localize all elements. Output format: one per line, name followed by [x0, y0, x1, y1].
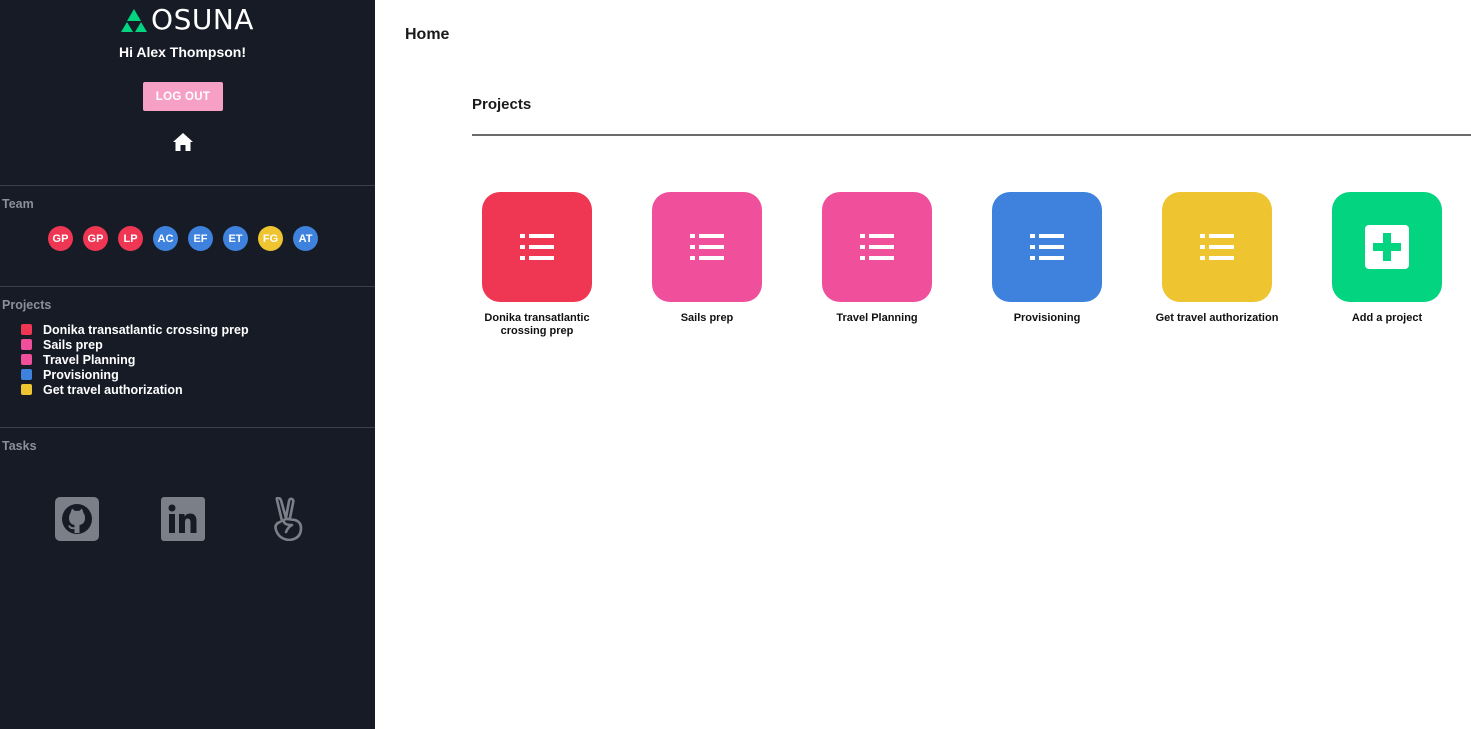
project-tile-box[interactable] [652, 192, 762, 302]
page-title: Home [405, 26, 450, 43]
user-greeting: Hi Alex Thompson! [118, 44, 247, 60]
home-icon[interactable] [172, 132, 194, 152]
team-avatars: GP GP LP AC EF ET FG AT [48, 226, 318, 251]
team-avatar[interactable]: GP [48, 226, 73, 251]
app-logo[interactable]: OSUNA [0, 4, 375, 36]
sidebar-project-item[interactable]: Travel Planning [21, 352, 249, 367]
sidebar-project-name: Provisioning [43, 367, 119, 382]
project-color-swatch [21, 369, 32, 380]
sidebar-project-name: Donika transatlantic crossing prep [43, 322, 249, 337]
plus-square-icon [1365, 225, 1409, 269]
sidebar-divider [0, 185, 375, 186]
sidebar-project-item[interactable]: Provisioning [21, 367, 249, 382]
sidebar-project-item[interactable]: Sails prep [21, 337, 249, 352]
project-tile[interactable]: Get travel authorization [1156, 192, 1278, 325]
team-avatar[interactable]: AT [293, 226, 318, 251]
project-tile[interactable]: Sails prep [652, 192, 762, 325]
list-icon [520, 234, 554, 260]
projects-label: Projects [2, 298, 52, 312]
add-project-tile[interactable]: Add a project [1332, 192, 1442, 325]
sidebar-project-item[interactable]: Donika transatlantic crossing prep [21, 322, 249, 337]
project-tile-label: Provisioning [1013, 312, 1081, 324]
project-color-swatch [21, 339, 32, 350]
github-icon[interactable] [55, 497, 99, 541]
list-icon [860, 234, 894, 260]
projects-divider [472, 134, 1471, 136]
list-icon [1030, 234, 1064, 260]
project-color-swatch [21, 384, 32, 395]
project-tile-label: Sails prep [680, 312, 734, 324]
logo-triangles-icon [121, 9, 148, 32]
sidebar-divider [0, 427, 375, 428]
team-avatar[interactable]: ET [223, 226, 248, 251]
project-tile-box[interactable] [992, 192, 1102, 302]
sidebar-project-name: Get travel authorization [43, 382, 183, 397]
project-tile-box[interactable] [482, 192, 592, 302]
main-content: Home Projects Donika transatlantic cross… [375, 0, 1471, 729]
team-avatar[interactable]: FG [258, 226, 283, 251]
team-avatar[interactable]: LP [118, 226, 143, 251]
app-root: OSUNA Hi Alex Thompson! LOG OUT Team GP … [0, 0, 1471, 729]
team-label: Team [2, 197, 34, 211]
project-tile-box[interactable] [822, 192, 932, 302]
project-tile[interactable]: Provisioning [992, 192, 1102, 325]
project-tile-label: Donika transatlantic crossing prep [484, 312, 590, 337]
project-tile-label: Travel Planning [836, 312, 918, 324]
add-project-label: Add a project [1351, 312, 1423, 324]
sidebar-project-name: Sails prep [43, 337, 103, 352]
sidebar-project-name: Travel Planning [43, 352, 136, 367]
project-tile[interactable]: Travel Planning [822, 192, 932, 325]
tasks-label: Tasks [2, 439, 37, 453]
team-avatar[interactable]: GP [83, 226, 108, 251]
project-tile-label: Get travel authorization [1155, 312, 1279, 324]
project-tile[interactable]: Donika transatlantic crossing prep [482, 192, 592, 338]
sidebar-project-item[interactable]: Get travel authorization [21, 382, 249, 397]
team-avatar[interactable]: AC [153, 226, 178, 251]
linkedin-icon[interactable] [161, 497, 205, 541]
list-icon [1200, 234, 1234, 260]
project-tile-box[interactable] [1162, 192, 1272, 302]
project-color-swatch [21, 354, 32, 365]
sidebar-project-list: Donika transatlantic crossing prep Sails… [21, 322, 249, 397]
project-color-swatch [21, 324, 32, 335]
add-project-button[interactable] [1332, 192, 1442, 302]
logo-text: OSUNA [151, 3, 254, 36]
sidebar-divider [0, 286, 375, 287]
projects-section-title: Projects [472, 96, 532, 113]
sidebar: OSUNA Hi Alex Thompson! LOG OUT Team GP … [0, 0, 375, 729]
angellist-icon[interactable] [268, 497, 312, 541]
team-avatar[interactable]: EF [188, 226, 213, 251]
logout-button[interactable]: LOG OUT [143, 82, 223, 111]
list-icon [690, 234, 724, 260]
